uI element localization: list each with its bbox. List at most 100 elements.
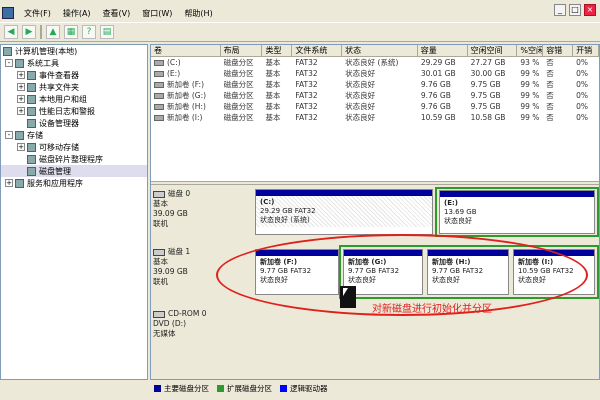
tree-item-label: 设备管理器 [39,118,79,128]
back-icon[interactable]: ◀ [4,25,18,39]
expand-icon[interactable]: + [17,143,25,151]
volume-name: 新加卷 (I:) [167,113,203,122]
tree-item-shared-folders[interactable]: + 共享文件夹 [1,81,147,93]
volume-name-cell: (C:) [151,57,221,68]
restore-button[interactable]: □ [569,4,581,16]
volume-name-cell: 新加卷 (H:) [151,101,221,112]
menu-help[interactable]: 帮助(H) [178,8,218,19]
volume-name-cell: 新加卷 (G:) [151,90,221,101]
tree-item-event-viewer[interactable]: + 事件查看器 [1,69,147,81]
tree-item-defrag[interactable]: 磁盘碎片整理程序 [1,153,147,165]
tree-item-device-manager[interactable]: 设备管理器 [1,117,147,129]
table-cell: FAT32 [295,91,318,100]
disk-type: 基本 [153,199,168,208]
up-icon[interactable]: ▲ [46,25,60,39]
column-capacity[interactable]: 容量 [418,45,468,56]
tree-item-removable-storage[interactable]: + 可移动存储 [1,141,147,153]
table-row[interactable]: (C:) 磁盘分区 基本 FAT32 状态良好 (系统) 29.29 GB 27.27 GB… [151,57,599,68]
properties-icon[interactable]: ▦ [64,25,78,39]
close-button[interactable]: × [584,4,596,16]
table-cell: 否 [546,91,554,100]
table-cell: 磁盘分区 [223,102,254,111]
expand-icon[interactable]: + [5,179,13,187]
table-cell: FAT32 [295,69,318,78]
table-cell: 否 [546,113,554,122]
minimize-button[interactable]: _ [554,4,566,16]
computer-management-window: 文件(F) 操作(A) 查看(V) 窗口(W) 帮助(H) _ □ × ◀ ▶ … [0,0,600,400]
tree-item-services-apps[interactable]: + 服务和应用程序 [1,177,147,189]
table-cell: 99 % [520,69,540,78]
disk-size: 39.09 GB [153,209,188,218]
table-cell: 10.58 GB [470,113,506,122]
cdrom-icon [153,310,165,318]
export-icon[interactable]: ▤ [100,25,114,39]
table-cell: 0% [576,91,589,100]
tree-item-storage[interactable]: - 存储 [1,129,147,141]
table-row[interactable]: (E:) 磁盘分区 基本 FAT32 状态良好 30.01 GB 30.00 GB 99 % 否… [151,68,599,79]
legend-extended: 扩展磁盘分区 [217,383,272,394]
expand-icon[interactable]: + [17,107,25,115]
menu-view[interactable]: 查看(V) [97,8,137,19]
tree-item-label: 共享文件夹 [39,82,79,92]
partition-c[interactable]: (C:) 29.29 GB FAT32 状态良好 (系统) [255,189,433,235]
column-type[interactable]: 类型 [262,45,293,56]
tools-icon [15,58,24,68]
annotation-text: 对新磁盘进行初始化并分区 [372,304,492,315]
console-tree[interactable]: 计算机管理(本地) - 系统工具 + 事件查看器 + 共享文件夹 + 本地用户和… [0,44,148,380]
column-fault-tolerance[interactable]: 容错 [543,45,574,56]
table-cell: 9.75 GB [470,80,501,89]
table-cell: 27.27 GB [470,58,506,67]
collapse-icon[interactable]: - [5,131,13,139]
table-cell: FAT32 [295,80,318,89]
legend-swatch [280,385,287,392]
volume-name: (E:) [167,69,181,78]
menu-action[interactable]: 操作(A) [57,8,97,19]
tree-item-label: 服务和应用程序 [27,178,83,188]
tree-item-local-users[interactable]: + 本地用户和组 [1,93,147,105]
column-volume[interactable]: 卷 [151,45,221,56]
tree-root[interactable]: 计算机管理(本地) [1,45,147,57]
disk-icon [153,248,165,256]
partition-e[interactable]: (E:) 13.69 GB 状态良好 [439,190,595,234]
event-icon [27,70,36,80]
menu-window[interactable]: 窗口(W) [136,8,178,19]
tree-item-system-tools[interactable]: - 系统工具 [1,57,147,69]
table-row[interactable]: 新加卷 (G:) 磁盘分区 基本 FAT32 状态良好 9.76 GB 9.75 GB 99 … [151,90,599,101]
table-cell: 否 [546,80,554,89]
tree-item-disk-management[interactable]: 磁盘管理 [1,165,147,177]
collapse-icon[interactable]: - [5,59,13,67]
computer-icon [3,46,12,56]
tree-item-label: 系统工具 [27,58,59,68]
toolbar: ◀ ▶ ▲ ▦ ? ▤ [0,22,600,42]
forward-icon[interactable]: ▶ [22,25,36,39]
legend-label: 主要磁盘分区 [164,383,209,393]
table-cell: 99 % [520,91,540,100]
table-row[interactable]: 新加卷 (F:) 磁盘分区 基本 FAT32 状态良好 9.76 GB 9.75 GB 99 … [151,79,599,90]
window-controls: _ □ × [554,4,596,16]
menu-file[interactable]: 文件(F) [18,8,57,19]
disk-name: CD-ROM 0 [168,309,207,318]
column-layout[interactable]: 布局 [221,45,263,56]
partition-status: 状态良好 (系统) [260,216,310,224]
expand-icon[interactable]: + [17,83,25,91]
column-status[interactable]: 状态 [342,45,418,56]
app-icon[interactable] [2,7,14,19]
table-cell: 否 [546,69,554,78]
column-overhead[interactable]: 开销 [573,45,599,56]
column-percent-free[interactable]: %空闲 [517,45,544,56]
table-cell: 状态良好 [345,113,376,122]
disk-0-info[interactable]: 磁盘 0 基本 39.09 GB 联机 [153,189,247,229]
help-icon[interactable]: ? [82,25,96,39]
column-free-space[interactable]: 空闲空间 [468,45,518,56]
removable-icon [27,142,36,152]
tree-item-label: 磁盘管理 [39,166,71,176]
table-row[interactable]: 新加卷 (H:) 磁盘分区 基本 FAT32 状态良好 9.76 GB 9.75 GB 99 … [151,101,599,112]
tree-item-performance[interactable]: + 性能日志和警报 [1,105,147,117]
expand-icon[interactable]: + [17,95,25,103]
table-row[interactable]: 新加卷 (I:) 磁盘分区 基本 FAT32 状态良好 10.59 GB 10.58 GB 9… [151,112,599,123]
table-cell: 状态良好 [345,69,376,78]
expand-icon[interactable]: + [17,71,25,79]
column-filesystem[interactable]: 文件系统 [292,45,343,56]
cdrom-0-info[interactable]: CD-ROM 0 DVD (D:) 无媒体 [153,309,247,339]
table-cell: 状态良好 [345,91,376,100]
